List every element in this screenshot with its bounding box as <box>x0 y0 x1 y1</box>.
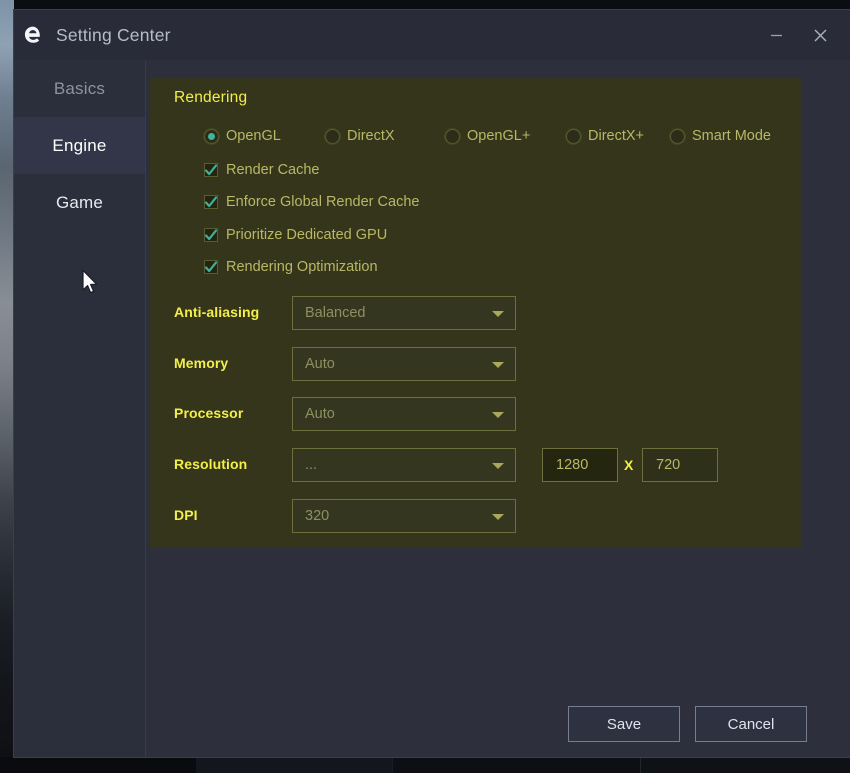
resolution-height-input[interactable]: 720 <box>642 448 718 482</box>
radio-label: DirectX <box>347 128 395 144</box>
anti-aliasing-select[interactable]: Balanced <box>292 296 516 330</box>
taskbar-segment <box>640 757 850 773</box>
checkbox-label: Enforce Global Render Cache <box>226 194 420 210</box>
resolution-separator: X <box>624 457 634 473</box>
window-title: Setting Center <box>56 24 171 45</box>
sidebar-item-label: Basics <box>53 78 106 98</box>
field-label: Processor <box>174 405 244 421</box>
field-memory: Memory Auto <box>150 347 802 381</box>
checkbox-enforce-global-render-cache[interactable]: Enforce Global Render Cache <box>204 192 419 212</box>
radio-opengl[interactable]: OpenGL <box>204 124 281 148</box>
taskbar-segment <box>196 757 392 773</box>
resolution-width-value: 1280 <box>556 457 589 473</box>
checkbox-label: Prioritize Dedicated GPU <box>226 227 388 243</box>
mouse-cursor-icon <box>81 269 101 297</box>
radio-directx[interactable]: DirectX <box>325 124 395 148</box>
field-resolution: Resolution ... 1280 X 720 <box>150 448 802 482</box>
radio-label: Smart Mode <box>692 128 771 144</box>
chevron-down-icon <box>492 412 504 418</box>
cancel-button[interactable]: Cancel <box>695 706 807 742</box>
radio-dot-icon <box>204 128 219 144</box>
select-value: Balanced <box>305 305 366 321</box>
processor-select[interactable]: Auto <box>292 397 516 431</box>
radio-label: OpenGL <box>226 128 281 144</box>
panel-title: Rendering <box>174 89 248 106</box>
checkbox-render-cache[interactable]: Render Cache <box>204 160 320 180</box>
checkbox-rendering-optimization[interactable]: Rendering Optimization <box>204 257 378 277</box>
resolution-height-value: 720 <box>656 457 681 473</box>
field-label: DPI <box>174 507 198 523</box>
radio-dot-icon <box>445 128 460 144</box>
radio-directx-plus[interactable]: DirectX+ <box>566 124 644 148</box>
sidebar-item-label: Engine <box>52 135 107 155</box>
settings-content: Rendering OpenGL DirectX OpenGL+ DirectX… <box>146 60 850 757</box>
sidebar: Basics Engine Game <box>14 60 146 757</box>
e-logo-icon <box>22 24 44 46</box>
sidebar-item-engine[interactable]: Engine <box>14 117 145 174</box>
checkbox-label: Rendering Optimization <box>226 259 378 275</box>
resolution-select[interactable]: ... <box>292 448 516 482</box>
dpi-select[interactable]: 320 <box>292 499 516 533</box>
rendering-panel: Rendering OpenGL DirectX OpenGL+ DirectX… <box>150 78 802 548</box>
checkmark-icon <box>204 228 218 242</box>
render-engine-radio-group: OpenGL DirectX OpenGL+ DirectX+ Smart Mo… <box>204 124 804 148</box>
minimize-icon[interactable] <box>754 10 798 60</box>
field-anti-aliasing: Anti-aliasing Balanced <box>150 296 802 330</box>
field-label: Resolution <box>174 456 248 472</box>
radio-smart-mode[interactable]: Smart Mode <box>670 124 771 148</box>
radio-opengl-plus[interactable]: OpenGL+ <box>445 124 530 148</box>
chevron-down-icon <box>492 362 504 368</box>
radio-dot-icon <box>670 128 685 144</box>
memory-select[interactable]: Auto <box>292 347 516 381</box>
close-icon[interactable] <box>798 10 842 60</box>
checkmark-icon <box>204 195 218 209</box>
sidebar-item-basics[interactable]: Basics <box>14 60 145 117</box>
select-value: Auto <box>305 406 335 422</box>
field-label: Anti-aliasing <box>174 304 260 320</box>
cancel-button-label: Cancel <box>727 715 775 733</box>
checkmark-icon <box>204 163 218 177</box>
field-dpi: DPI 320 <box>150 499 802 533</box>
select-value: 320 <box>305 508 330 524</box>
desktop-wallpaper-strip <box>0 0 14 757</box>
chevron-down-icon <box>492 514 504 520</box>
resolution-width-input[interactable]: 1280 <box>542 448 618 482</box>
chevron-down-icon <box>492 463 504 469</box>
radio-dot-icon <box>566 128 581 144</box>
title-bar[interactable]: Setting Center <box>14 10 850 60</box>
setting-center-window: Setting Center Basics Engine Game Render… <box>14 10 850 757</box>
select-value: Auto <box>305 356 335 372</box>
radio-label: OpenGL+ <box>467 128 531 144</box>
chevron-down-icon <box>492 311 504 317</box>
save-button-label: Save <box>606 715 642 733</box>
checkmark-icon <box>204 260 218 274</box>
sidebar-item-game[interactable]: Game <box>14 174 145 231</box>
desktop-taskbar <box>0 757 850 773</box>
radio-label: DirectX+ <box>588 128 645 144</box>
field-processor: Processor Auto <box>150 397 802 431</box>
field-label: Memory <box>174 355 229 371</box>
radio-dot-icon <box>325 128 340 144</box>
save-button[interactable]: Save <box>568 706 680 742</box>
sidebar-item-label: Game <box>55 192 104 212</box>
select-value: ... <box>305 457 318 473</box>
window-body: Basics Engine Game Rendering OpenGL Dire… <box>14 60 850 757</box>
checkbox-prioritize-dedicated-gpu[interactable]: Prioritize Dedicated GPU <box>204 225 387 245</box>
checkbox-label: Render Cache <box>226 162 320 178</box>
